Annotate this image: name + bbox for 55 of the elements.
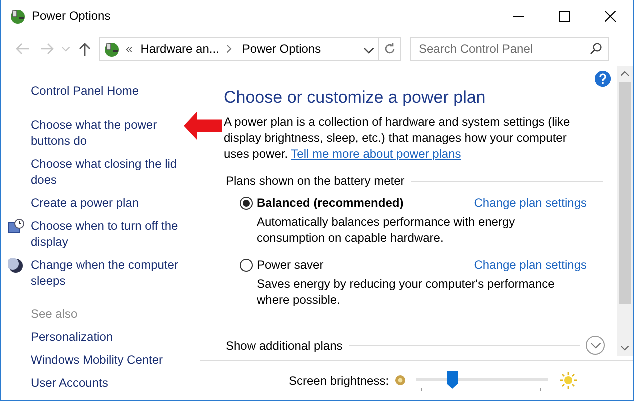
see-also-link[interactable]: Personalization [31,329,186,345]
see-also-link[interactable]: Windows Mobility Center [31,352,186,368]
plan-description: Saves energy by reducing your computer's performance where possible. [257,276,556,308]
radio-button[interactable] [240,196,253,210]
chevron-down-icon [590,342,600,348]
clock-monitor-icon [8,219,25,235]
back-arrow-icon [16,43,30,55]
breadcrumb[interactable]: Power Options [242,42,322,56]
sidebar-link[interactable]: Control Panel Home [31,83,181,99]
sidebar-link[interactable]: Choose when to turn off the display [31,218,181,250]
group-label: Plans shown on the battery meter [226,174,405,188]
bright-sun-icon [560,372,578,389]
additional-plans-label: Show additional plans [226,338,343,352]
pointer-arrow-drawing [184,112,222,140]
refresh-icon [384,43,396,55]
up-arrow-icon [79,42,91,56]
power-plug-icon [9,8,26,24]
expand-button[interactable] [586,336,605,355]
sidebar-link[interactable]: Choose what closing the lid does [31,156,181,188]
scroll-down-icon[interactable] [621,346,629,351]
scroll-up-icon[interactable] [621,71,629,76]
see-also-link[interactable]: User Accounts [31,375,186,391]
forward-arrow-icon [40,43,54,55]
sidebar-link[interactable]: Change when the computer sleeps [31,257,181,289]
learn-more-link[interactable]: Tell me more about power plans [291,147,462,161]
help-icon[interactable] [595,71,611,87]
change-plan-settings-link[interactable]: Change plan settings [474,196,587,210]
window-title: Power Options [32,9,112,23]
moon-icon [8,258,24,274]
search-field[interactable]: Search Control Panel [410,37,609,61]
caret-icon [62,46,70,52]
see-also-label: See also [31,306,79,322]
caret-icon [364,48,374,54]
scrollbar[interactable] [617,66,633,356]
description-paragraph: A power plan is a collection of hardware and system settings (like display brightness, sleep, etc.) that manages how your computer uses power. Tell me more about power plans [224,114,572,162]
brightness-slider[interactable] [416,370,548,390]
address-bar[interactable]: « Hardware an... Power Options [99,37,401,61]
dim-sun-icon [395,375,406,386]
maximize-icon [558,10,570,22]
search-icon [590,43,602,55]
breadcrumb-overflow[interactable]: « [126,42,133,56]
slider-thumb[interactable] [446,370,458,388]
chevron-icon[interactable] [227,45,232,53]
close-icon [604,10,616,22]
plan-name[interactable]: Power saver [257,258,474,272]
change-plan-settings-link[interactable]: Change plan settings [474,258,587,272]
sidebar-link[interactable]: Choose what the power buttons do [31,117,181,149]
breadcrumb[interactable]: Hardware an... [140,42,220,56]
plan-name[interactable]: Balanced (recommended) [257,196,474,210]
radio-button[interactable] [240,258,253,272]
sidebar-link[interactable]: Create a power plan [31,195,181,211]
power-plug-icon [103,40,120,58]
plan-description: Automatically balances performance with energy consumption on capable hardware. [257,214,516,246]
page-heading: Choose or customize a power plan [224,88,487,108]
brightness-label: Screen brightness: [289,374,390,388]
